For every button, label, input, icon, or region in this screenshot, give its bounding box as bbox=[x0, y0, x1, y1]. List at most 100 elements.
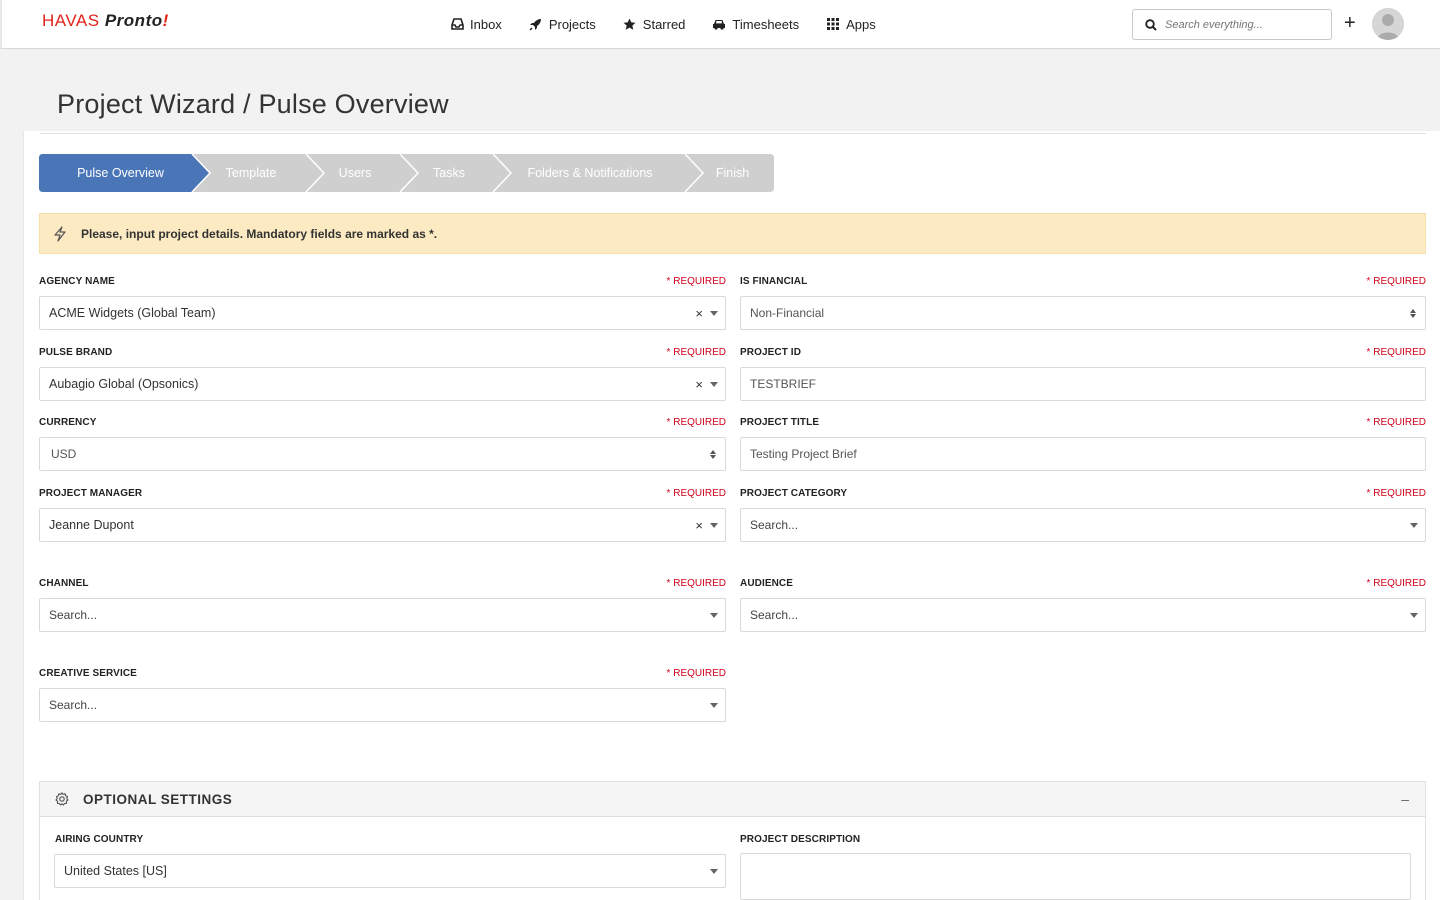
chevron-down-icon[interactable] bbox=[1410, 612, 1418, 618]
havas-pronto-logo[interactable]: HAVAS Pronto! bbox=[42, 11, 169, 31]
chevron-down-icon[interactable] bbox=[1410, 522, 1418, 528]
required-marker: * REQUIRED bbox=[1366, 276, 1426, 287]
grid-icon bbox=[826, 17, 840, 31]
project-description-textarea[interactable] bbox=[740, 853, 1411, 900]
divider bbox=[40, 133, 1426, 134]
wizard-step-pulse-overview[interactable]: Pulse Overview bbox=[39, 154, 202, 192]
wizard-step-users[interactable]: Users bbox=[315, 154, 395, 192]
required-marker: * REQUIRED bbox=[1366, 488, 1426, 499]
project-manager-select[interactable]: Jeanne Dupont × bbox=[39, 508, 726, 542]
wizard-step-finish[interactable]: Finish bbox=[694, 154, 771, 192]
chevron-down-icon[interactable] bbox=[710, 702, 718, 708]
nav-projects-label: Projects bbox=[548, 16, 596, 32]
audience-select[interactable]: Search... bbox=[740, 598, 1426, 632]
is-financial-select[interactable]: Non-Financial bbox=[740, 296, 1426, 330]
agency-name-label: AGENCY NAME bbox=[39, 276, 115, 287]
optional-settings-header[interactable]: OPTIONAL SETTINGS – bbox=[40, 782, 1425, 817]
rocket-icon bbox=[529, 17, 543, 31]
wizard-step-label: Folders & Notifications bbox=[527, 166, 653, 180]
required-marker: * REQUIRED bbox=[1366, 578, 1426, 589]
wizard-step-template[interactable]: Template bbox=[201, 154, 301, 192]
project-id-label: PROJECT ID bbox=[740, 347, 802, 358]
project-id-input[interactable]: TESTBRIEF bbox=[740, 367, 1426, 401]
project-title-input[interactable]: Testing Project Brief bbox=[740, 437, 1426, 471]
airing-country-select[interactable]: United States [US] bbox=[54, 854, 726, 888]
is-financial-value: Non-Financial bbox=[750, 306, 825, 320]
channel-placeholder: Search... bbox=[49, 608, 98, 622]
main-nav: Inbox Projects Starred Timesheets Apps bbox=[450, 0, 903, 48]
chevron-down-icon[interactable] bbox=[710, 381, 718, 387]
nav-projects[interactable]: Projects bbox=[529, 17, 596, 32]
project-title-label: PROJECT TITLE bbox=[740, 417, 820, 428]
required-marker: * REQUIRED bbox=[666, 276, 726, 287]
top-navigation-bar: HAVAS Pronto! Inbox Projects Starred Tim… bbox=[0, 0, 1440, 49]
required-marker: * REQUIRED bbox=[1366, 417, 1426, 428]
clear-icon[interactable]: × bbox=[695, 377, 703, 392]
required-marker: * REQUIRED bbox=[666, 578, 726, 589]
airing-country-label: AIRING COUNTRY bbox=[55, 834, 144, 845]
required-marker: * REQUIRED bbox=[1366, 347, 1426, 358]
project-manager-value: Jeanne Dupont bbox=[49, 518, 134, 532]
agency-name-value: ACME Widgets (Global Team) bbox=[49, 306, 216, 320]
currency-select[interactable]: USD bbox=[39, 437, 726, 471]
project-category-select[interactable]: Search... bbox=[740, 508, 1426, 542]
wizard-steps: Pulse Overview Template Users Tasks Fold… bbox=[39, 154, 774, 192]
car-icon bbox=[712, 17, 726, 31]
left-gutter bbox=[0, 131, 24, 900]
is-financial-label: IS FINANCIAL bbox=[740, 276, 808, 287]
creative-service-placeholder: Search... bbox=[49, 698, 98, 712]
nav-starred-label: Starred bbox=[642, 16, 686, 32]
required-marker: * REQUIRED bbox=[666, 668, 726, 679]
add-button[interactable]: + bbox=[1344, 13, 1356, 33]
sort-arrows-icon bbox=[710, 449, 716, 459]
project-id-value: TESTBRIEF bbox=[750, 377, 817, 391]
nav-apps[interactable]: Apps bbox=[826, 17, 876, 32]
pulse-brand-select[interactable]: Aubagio Global (Opsonics) × bbox=[39, 367, 726, 401]
gear-icon bbox=[55, 792, 69, 806]
creative-service-label: CREATIVE SERVICE bbox=[39, 668, 137, 679]
channel-label: CHANNEL bbox=[39, 578, 89, 589]
user-avatar[interactable] bbox=[1372, 8, 1404, 40]
nav-timesheets[interactable]: Timesheets bbox=[712, 17, 799, 32]
page-title: Project Wizard / Pulse Overview bbox=[57, 89, 449, 119]
wizard-step-label: Finish bbox=[715, 166, 750, 180]
chevron-down-icon[interactable] bbox=[710, 612, 718, 618]
project-description-label: PROJECT DESCRIPTION bbox=[740, 834, 861, 845]
wizard-step-tasks[interactable]: Tasks bbox=[409, 154, 489, 192]
alert-message: Please, input project details. Mandatory… bbox=[81, 226, 438, 241]
clear-icon[interactable]: × bbox=[695, 306, 703, 321]
channel-select[interactable]: Search... bbox=[39, 598, 726, 632]
search-input[interactable] bbox=[1165, 18, 1315, 31]
collapse-icon[interactable]: – bbox=[1401, 791, 1409, 807]
wizard-step-label: Tasks bbox=[433, 166, 465, 180]
project-title-value: Testing Project Brief bbox=[750, 447, 857, 461]
project-manager-label: PROJECT MANAGER bbox=[39, 488, 143, 499]
star-icon bbox=[623, 17, 637, 31]
clear-icon[interactable]: × bbox=[695, 518, 703, 533]
chevron-down-icon[interactable] bbox=[710, 868, 718, 874]
page-header: Project Wizard / Pulse Overview bbox=[0, 49, 1440, 131]
wizard-step-label: Pulse Overview bbox=[77, 166, 164, 180]
logo-bolt-mark: ! bbox=[162, 11, 169, 30]
creative-service-select[interactable]: Search... bbox=[39, 688, 726, 722]
wizard-step-folders-notifications[interactable]: Folders & Notifications bbox=[502, 154, 678, 192]
currency-label: CURRENCY bbox=[39, 417, 97, 428]
optional-settings-title: OPTIONAL SETTINGS bbox=[83, 791, 233, 807]
search-icon bbox=[1145, 18, 1157, 31]
chevron-down-icon[interactable] bbox=[710, 522, 718, 528]
agency-name-select[interactable]: ACME Widgets (Global Team) × bbox=[39, 296, 726, 330]
inbox-icon bbox=[450, 17, 464, 31]
airing-country-value: United States [US] bbox=[64, 864, 167, 878]
sort-arrows-icon bbox=[1410, 308, 1416, 318]
logo-havas-text: HAVAS bbox=[42, 11, 100, 30]
nav-inbox-label: Inbox bbox=[470, 16, 502, 32]
info-alert: Please, input project details. Mandatory… bbox=[39, 213, 1426, 254]
required-marker: * REQUIRED bbox=[666, 417, 726, 428]
nav-starred[interactable]: Starred bbox=[623, 16, 686, 32]
project-category-placeholder: Search... bbox=[750, 518, 799, 532]
global-search[interactable] bbox=[1132, 9, 1332, 40]
nav-inbox[interactable]: Inbox bbox=[450, 17, 502, 32]
chevron-down-icon[interactable] bbox=[710, 310, 718, 316]
wizard-step-label: Template bbox=[225, 166, 277, 180]
pulse-brand-label: PULSE BRAND bbox=[39, 347, 113, 358]
